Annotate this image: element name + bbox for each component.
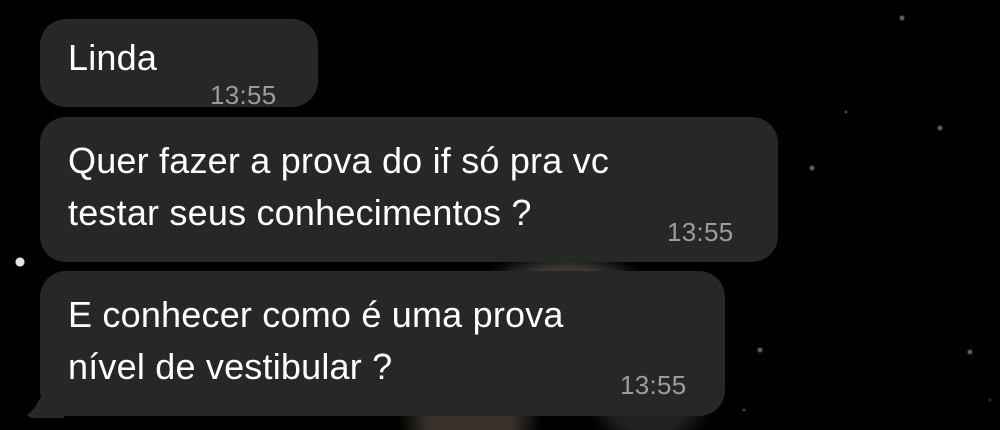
message-bubble-3[interactable]: E conhecer como é uma prova nível de ves… [40, 271, 725, 416]
message-bubble-1[interactable]: Linda 13:55 [40, 19, 318, 110]
message-text-2: Quer fazer a prova do if só pra vc testa… [68, 140, 610, 233]
message-time-1: 13:55 [210, 80, 277, 110]
message-text-1: Linda [68, 37, 158, 78]
message-time-2: 13:55 [667, 217, 734, 247]
message-text-3: E conhecer como é uma prova nível de ves… [68, 294, 564, 387]
message-time-3: 13:55 [620, 370, 687, 400]
message-list: Linda 13:55 Quer fazer a prova do if só … [0, 0, 1000, 430]
message-bubble-2[interactable]: Quer fazer a prova do if só pra vc testa… [40, 117, 778, 262]
